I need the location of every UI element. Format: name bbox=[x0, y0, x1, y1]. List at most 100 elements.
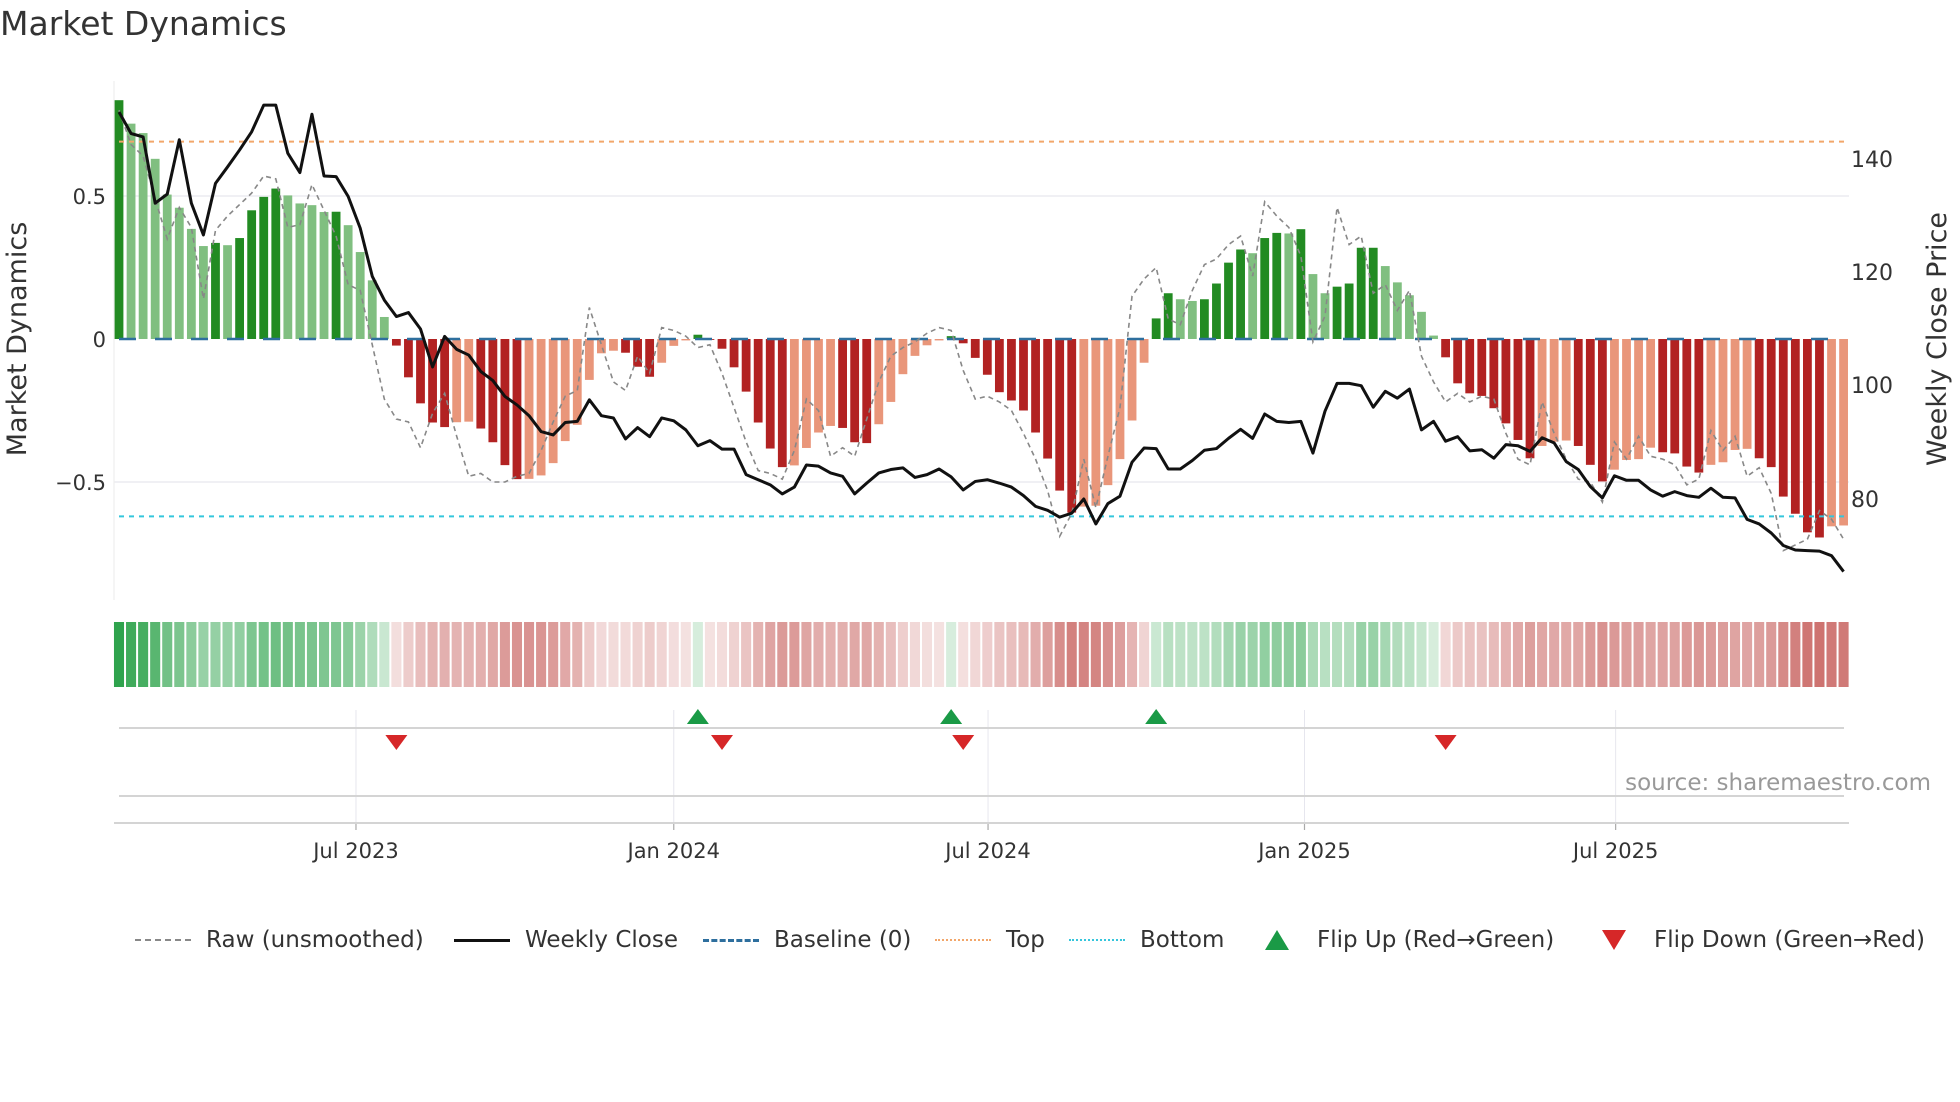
bar bbox=[814, 339, 823, 433]
bar bbox=[1766, 339, 1776, 468]
flip-down-marker bbox=[711, 735, 733, 750]
strip-cell bbox=[548, 622, 559, 687]
bar bbox=[1646, 339, 1656, 448]
strip-cell bbox=[801, 622, 812, 687]
y2-tick-label: 140 bbox=[1851, 148, 1893, 173]
strip-cell bbox=[1597, 622, 1608, 687]
bar bbox=[1742, 339, 1752, 449]
legend-raw: Raw (unsmoothed) bbox=[135, 925, 424, 955]
bar bbox=[259, 196, 269, 339]
legend-flip-up: Flip Up (Red→Green) bbox=[1265, 925, 1554, 955]
bar bbox=[1634, 339, 1643, 460]
strip-cell bbox=[1512, 622, 1523, 687]
bar bbox=[416, 339, 425, 404]
bar bbox=[970, 339, 980, 358]
strip-cell bbox=[716, 622, 728, 687]
bar bbox=[1284, 233, 1294, 339]
flip-down-marker bbox=[952, 735, 975, 750]
bar bbox=[1332, 286, 1342, 339]
bar bbox=[428, 339, 437, 423]
strip-cell bbox=[258, 622, 269, 687]
legend-close-swatch bbox=[454, 938, 510, 942]
legend-raw-swatch bbox=[135, 939, 191, 941]
flip-down-marker bbox=[1434, 735, 1457, 750]
strip-cell bbox=[982, 622, 993, 687]
strip-cell bbox=[1271, 622, 1282, 687]
bar bbox=[1670, 339, 1680, 454]
bar bbox=[584, 339, 594, 380]
strip-cell bbox=[1199, 622, 1210, 687]
bar bbox=[1610, 339, 1619, 470]
bar bbox=[1441, 339, 1450, 358]
strip-cell bbox=[246, 622, 257, 687]
strip-cell bbox=[572, 622, 583, 687]
strip-cell bbox=[536, 622, 547, 687]
strip-cell bbox=[704, 622, 715, 687]
bar bbox=[1815, 339, 1824, 538]
bar bbox=[223, 245, 232, 339]
bar bbox=[1525, 339, 1535, 459]
y-axis-title: Market Dynamics bbox=[2, 222, 33, 457]
strip-cell bbox=[1139, 622, 1150, 687]
bar bbox=[1236, 249, 1245, 339]
strip-cell bbox=[909, 622, 920, 687]
bar bbox=[1718, 339, 1728, 463]
strip-cell bbox=[1790, 622, 1801, 687]
strip-cell bbox=[487, 622, 498, 687]
bar bbox=[1115, 339, 1125, 460]
bar bbox=[1827, 339, 1836, 527]
bar bbox=[1260, 238, 1270, 339]
bar bbox=[1091, 339, 1101, 506]
strip-cell bbox=[1319, 622, 1331, 687]
bar bbox=[1272, 232, 1282, 339]
strip-cell bbox=[861, 622, 872, 687]
strip-cell bbox=[222, 622, 233, 687]
flip-up-marker bbox=[686, 709, 709, 724]
bar bbox=[1778, 339, 1788, 497]
strip-cell bbox=[1766, 622, 1777, 687]
y2-tick-label: 100 bbox=[1851, 374, 1893, 399]
bar bbox=[621, 339, 630, 353]
bar bbox=[1187, 300, 1197, 339]
strip-cell bbox=[150, 622, 161, 687]
bar bbox=[1380, 266, 1390, 339]
bar bbox=[1067, 339, 1077, 513]
strip-cell bbox=[825, 622, 836, 687]
bar bbox=[271, 188, 281, 339]
triangle-down-icon bbox=[1602, 930, 1626, 950]
strip-cell bbox=[367, 622, 378, 687]
strip-cell bbox=[1669, 622, 1680, 687]
bar bbox=[1007, 339, 1016, 401]
bar bbox=[1175, 299, 1185, 339]
bar bbox=[1561, 339, 1571, 441]
strip-cell bbox=[463, 622, 474, 687]
legend-top-swatch bbox=[935, 939, 991, 941]
strip-cell bbox=[1404, 622, 1415, 687]
strip-cell bbox=[1392, 622, 1403, 687]
bar bbox=[186, 228, 196, 339]
strip-cell bbox=[632, 622, 643, 687]
strip-cell bbox=[1645, 622, 1656, 687]
y-tick-label: 0 bbox=[93, 328, 106, 352]
strip-cell bbox=[1549, 622, 1560, 687]
strip-cell bbox=[1042, 622, 1053, 687]
bar bbox=[367, 280, 377, 339]
bar bbox=[633, 339, 642, 367]
bar bbox=[1453, 339, 1463, 384]
strip-cell bbox=[1102, 622, 1113, 687]
axes-layer: Market Dynamics Weekly Close Price 0.5 0… bbox=[2, 148, 1953, 863]
strip-cell bbox=[958, 622, 969, 687]
strip-cell bbox=[1452, 622, 1463, 687]
legend-close-label: Weekly Close bbox=[525, 927, 678, 953]
bar bbox=[355, 252, 365, 339]
bar bbox=[1151, 318, 1161, 339]
bar bbox=[379, 316, 389, 339]
strip-cell bbox=[656, 622, 667, 687]
legend-top: Top bbox=[935, 925, 1045, 955]
bar bbox=[391, 339, 401, 346]
bar bbox=[211, 242, 220, 339]
strip-cell bbox=[174, 622, 185, 687]
bar bbox=[753, 339, 763, 423]
strip-cell bbox=[1693, 622, 1704, 687]
bar bbox=[1127, 339, 1137, 421]
